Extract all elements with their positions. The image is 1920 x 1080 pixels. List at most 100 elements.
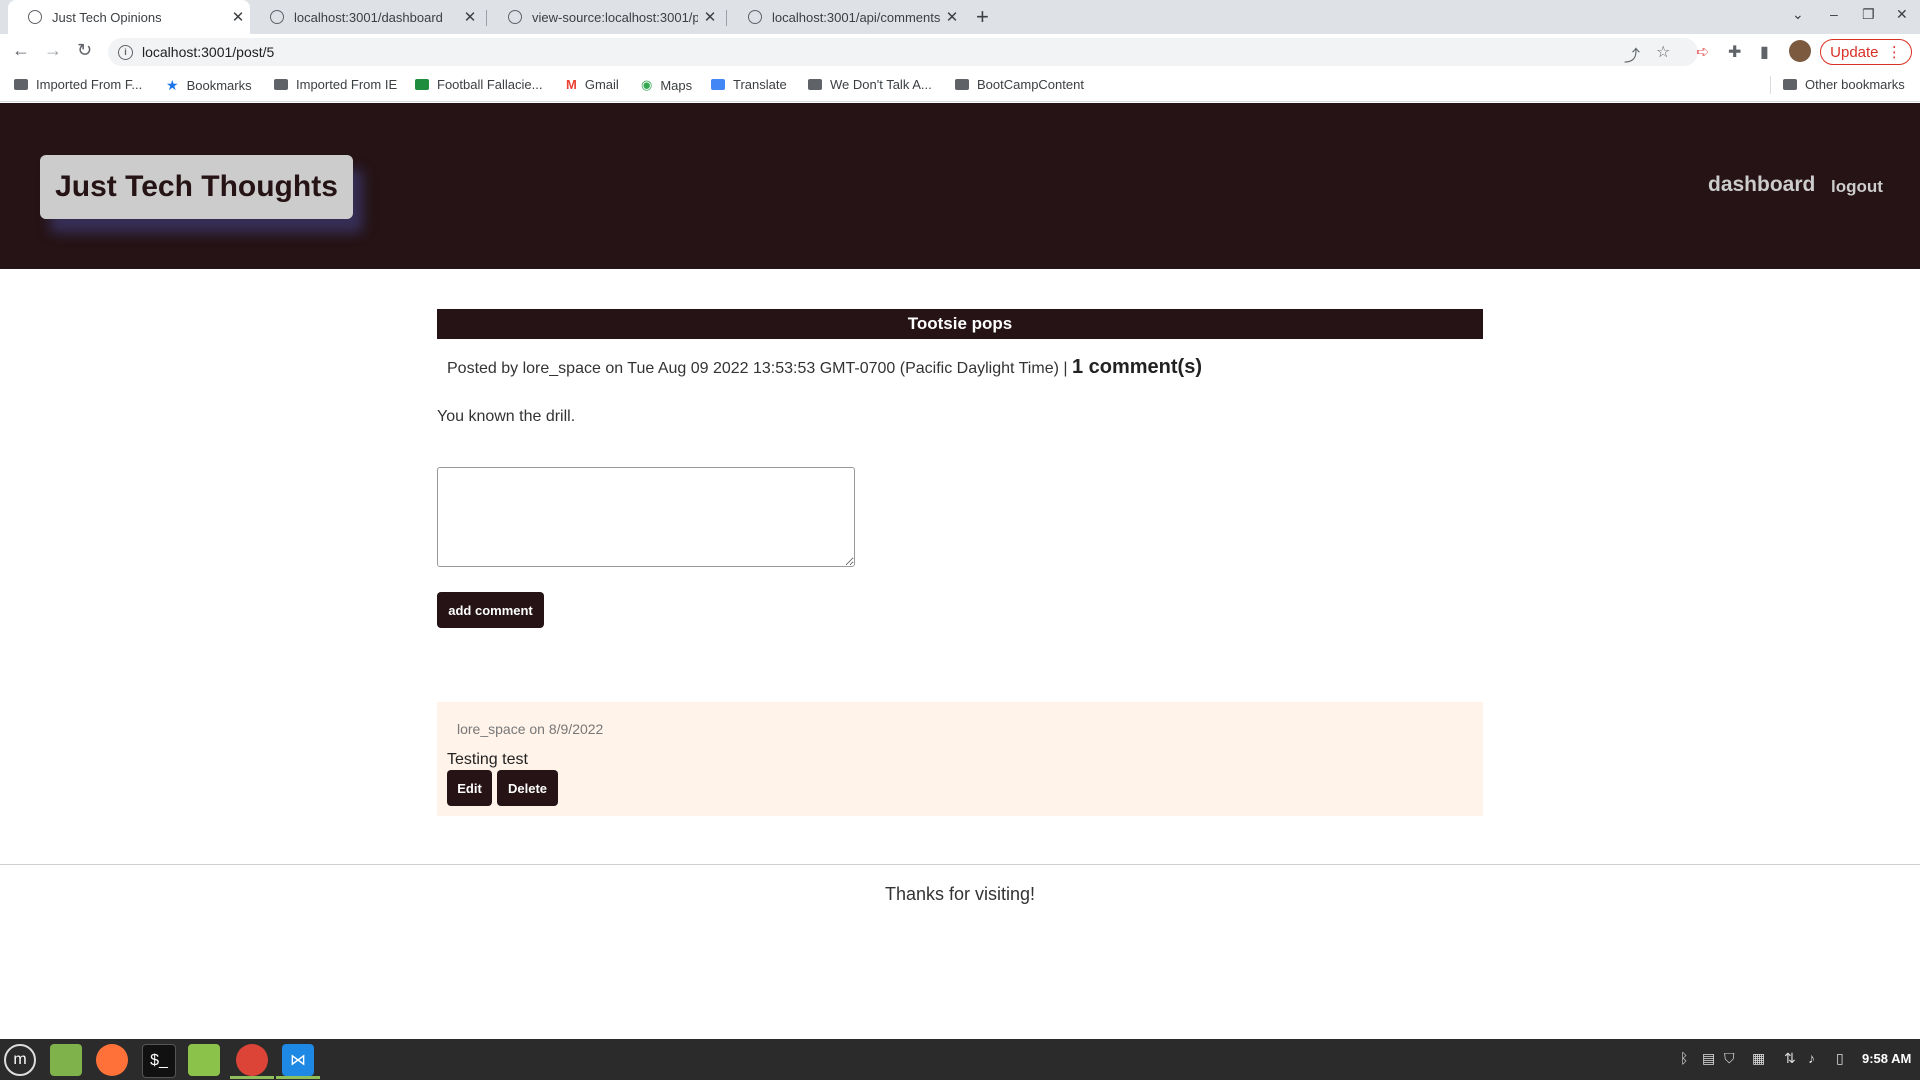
bookmark-imported-from-f[interactable]: Imported From F...	[14, 77, 142, 92]
comment-meta: lore_space on 8/9/2022	[457, 721, 604, 737]
bookmark-label: Football Fallacie...	[437, 77, 543, 92]
maps-icon: ◉	[641, 77, 653, 92]
globe-icon	[748, 10, 762, 24]
update-label: Update	[1830, 43, 1879, 61]
tab-separator	[726, 10, 727, 26]
share-icon[interactable]: ⤴	[1624, 42, 1640, 66]
add-comment-button[interactable]: add comment	[437, 592, 544, 628]
globe-icon	[28, 10, 42, 24]
footer-text: Thanks for visiting!	[884, 884, 1036, 904]
close-tab-icon[interactable]: ✕	[458, 8, 482, 26]
extensions-puzzle-icon[interactable]: ✚	[1728, 42, 1741, 62]
bookmark-label: Gmail	[584, 77, 619, 92]
bookmark-translate[interactable]: Translate	[711, 77, 787, 92]
update-button[interactable]: Update ⋮	[1820, 39, 1912, 65]
reload-icon[interactable]: ↻	[77, 40, 92, 61]
folder-icon	[955, 79, 969, 90]
vscode-active-indicator	[276, 1076, 320, 1079]
tab-dashboard[interactable]: localhost:3001/dashboard ✕	[250, 0, 482, 34]
site-icon	[415, 79, 429, 90]
restore-icon[interactable]: ❐	[1862, 6, 1875, 23]
folder-icon	[1783, 79, 1797, 90]
chrome-icon[interactable]	[236, 1044, 268, 1076]
mint-menu-icon[interactable]: m	[4, 1044, 36, 1076]
bookmark-other-bookmarks[interactable]: Other bookmarks	[1783, 77, 1905, 92]
comment-count-link[interactable]: 1 comment(s)	[1072, 356, 1202, 378]
bookmark-label: Imported From IE	[296, 77, 398, 92]
url-text[interactable]: localhost:3001/post/5	[142, 44, 274, 60]
bookmark-bootcampcontent[interactable]: BootCampContent	[955, 77, 1084, 92]
minimize-icon[interactable]: –	[1830, 6, 1838, 22]
post-body: You known the drill.	[437, 408, 576, 425]
vscode-icon[interactable]: ⋈	[282, 1044, 314, 1076]
bookmark-divider	[1770, 76, 1771, 94]
folder-icon	[274, 79, 288, 90]
tab-search-icon[interactable]: ⌄	[1792, 6, 1804, 23]
close-tab-icon[interactable]: ✕	[698, 8, 722, 26]
bookmark-label: We Don't Talk A...	[830, 77, 932, 92]
gmail-icon: M	[566, 77, 577, 92]
nav-logout-link[interactable]: logout	[1831, 177, 1883, 197]
bookmark-bookmarks[interactable]: ★ Bookmarks	[166, 77, 252, 94]
comment-textarea[interactable]	[437, 467, 855, 567]
bluetooth-icon[interactable]: ᛒ	[1680, 1050, 1688, 1066]
close-tab-icon[interactable]: ✕	[226, 8, 250, 26]
footer-divider	[0, 864, 1920, 865]
globe-icon	[270, 10, 284, 24]
new-tab-icon[interactable]: +	[976, 4, 989, 30]
clock[interactable]: 9:58 AM	[1862, 1051, 1911, 1066]
tab-api-comments[interactable]: localhost:3001/api/comments ✕	[728, 0, 964, 34]
close-window-icon[interactable]: ✕	[1896, 6, 1908, 23]
volume-icon[interactable]: ♪	[1808, 1050, 1815, 1066]
clipboard-icon[interactable]: ▤	[1702, 1050, 1715, 1067]
star-icon: ★	[166, 77, 179, 93]
folder-icon	[808, 79, 822, 90]
tab-title: localhost:3001/api/comments	[772, 9, 940, 25]
battery-icon[interactable]: ▯	[1836, 1050, 1844, 1067]
bookmark-football-fallacies[interactable]: Football Fallacie...	[415, 77, 543, 92]
bookmark-label: Maps	[660, 77, 693, 93]
terminal-icon[interactable]: $_	[142, 1044, 176, 1078]
post-title: Tootsie pops	[437, 309, 1483, 339]
close-tab-icon[interactable]: ✕	[940, 8, 964, 26]
side-panel-icon[interactable]: ▮	[1760, 42, 1769, 62]
bookmark-label: Other bookmarks	[1805, 77, 1905, 92]
show-desktop-icon[interactable]	[50, 1044, 82, 1076]
files-icon[interactable]	[188, 1044, 220, 1076]
back-icon[interactable]: ←	[12, 40, 30, 61]
extension-red-icon[interactable]: ➪	[1696, 42, 1709, 62]
bookmark-label: Imported From F...	[36, 77, 143, 92]
tab-just-tech-opinions[interactable]: Just Tech Opinions ✕	[8, 0, 250, 34]
comment-text: Testing test	[447, 751, 528, 768]
post-meta-text: Posted by lore_space on Tue Aug 09 2022 …	[447, 360, 1068, 377]
edit-comment-button[interactable]: Edit	[447, 770, 492, 806]
tab-view-source[interactable]: view-source:localhost:3001/p ✕	[488, 0, 722, 34]
firefox-icon[interactable]	[96, 1044, 128, 1076]
bookmark-label: Bookmarks	[186, 78, 252, 93]
nav-dashboard-link[interactable]: dashboard	[1708, 173, 1815, 197]
chrome-active-indicator	[230, 1076, 274, 1079]
tab-title: localhost:3001/dashboard	[294, 9, 443, 25]
tab-separator	[486, 10, 487, 26]
delete-comment-button[interactable]: Delete	[497, 770, 558, 806]
us-flag-icon[interactable]: ▦	[1752, 1050, 1765, 1067]
profile-avatar[interactable]	[1789, 40, 1811, 62]
post-meta: Posted by lore_space on Tue Aug 09 2022 …	[447, 356, 1202, 379]
bookmark-imported-from-ie[interactable]: Imported From IE	[274, 77, 397, 92]
site-brand[interactable]: Just Tech Thoughts	[40, 155, 353, 219]
bookmark-star-icon[interactable]: ☆	[1656, 42, 1670, 62]
network-icon[interactable]: ⇅	[1784, 1050, 1796, 1067]
translate-icon	[711, 79, 725, 90]
bookmark-maps[interactable]: ◉ Maps	[641, 77, 692, 93]
site-info-icon[interactable]: i	[118, 45, 133, 60]
forward-icon[interactable]: →	[44, 40, 62, 61]
bookmark-gmail[interactable]: M Gmail	[566, 77, 619, 92]
tab-title: view-source:localhost:3001/p	[532, 9, 698, 25]
address-bar[interactable]	[108, 38, 1698, 66]
bookmark-we-dont-talk[interactable]: We Don't Talk A...	[808, 77, 932, 92]
bookmark-label: BootCampContent	[977, 77, 1084, 92]
shield-icon[interactable]: ⛉	[1724, 1050, 1735, 1067]
globe-icon	[508, 10, 522, 24]
folder-icon	[14, 79, 28, 90]
tab-title: Just Tech Opinions	[52, 9, 162, 25]
